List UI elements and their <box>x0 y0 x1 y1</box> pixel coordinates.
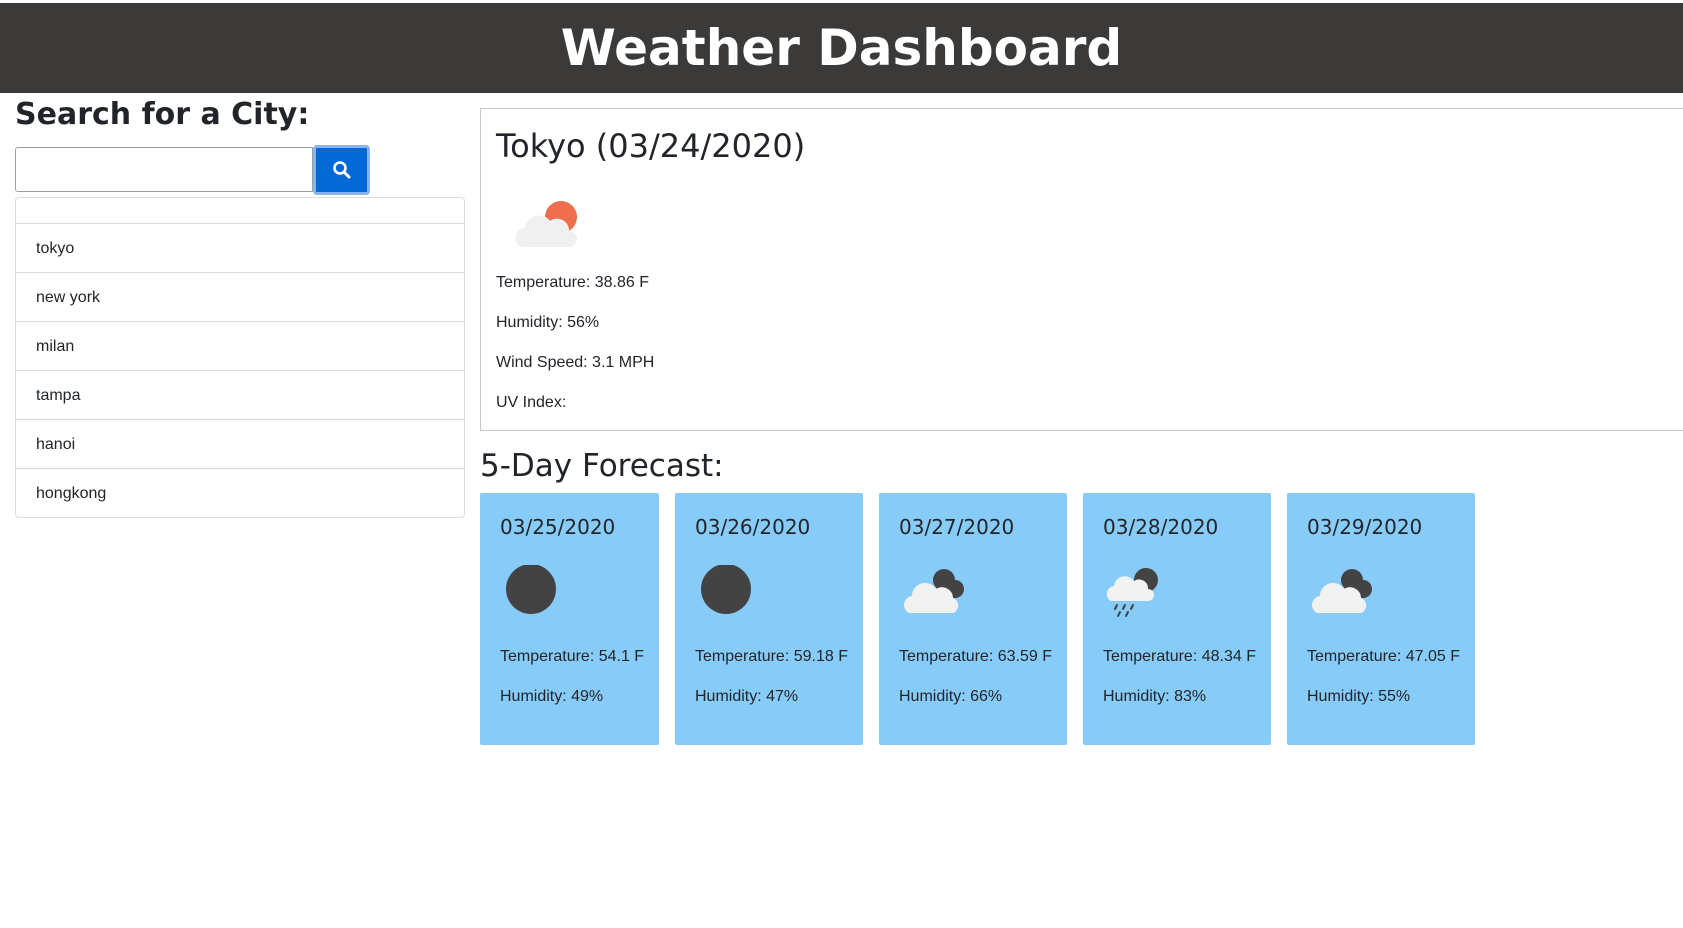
forecast-temperature: Temperature: 63.59 F <box>899 648 1052 665</box>
forecast-temperature: Temperature: 54.1 F <box>500 648 645 665</box>
forecast-humidity: Humidity: 47% <box>695 688 799 705</box>
forecast-heading: 5-Day Forecast: <box>480 448 724 484</box>
current-city-title: Tokyo (03/24/2020) <box>496 127 806 165</box>
city-history-item[interactable]: new york <box>16 272 464 321</box>
forecast-date: 03/25/2020 <box>500 515 616 539</box>
current-temperature: Temperature: 38.86 F <box>496 274 649 291</box>
broken-clouds-icon <box>904 569 964 613</box>
city-history-item[interactable]: milan <box>16 321 464 370</box>
search-button[interactable] <box>313 145 370 195</box>
current-humidity: Humidity: 56% <box>496 314 600 331</box>
forecast-humidity: Humidity: 49% <box>500 688 604 705</box>
rain-icon <box>1106 568 1158 617</box>
forecast-card: 03/29/2020 Temperature: 47.05 F Humidity… <box>1287 493 1475 745</box>
list-item-empty <box>16 198 464 223</box>
forecast-humidity: Humidity: 83% <box>1103 688 1207 705</box>
forecast-temperature: Temperature: 59.18 F <box>695 648 848 665</box>
broken-clouds-icon <box>1312 569 1372 613</box>
city-history-item[interactable]: tokyo <box>16 223 464 272</box>
current-wind-speed: Wind Speed: 3.1 MPH <box>496 354 655 371</box>
forecast-card: 03/26/2020 Temperature: 59.18 F Humidity… <box>675 493 863 745</box>
current-uv-index: UV Index: <box>496 394 567 411</box>
page-title: Weather Dashboard <box>560 19 1123 77</box>
city-history-list: tokyo new york milan tampa hanoi hongkon… <box>15 197 465 518</box>
forecast-card: 03/27/2020 Temperature: 63.59 F Humidity… <box>879 493 1067 745</box>
city-history-item[interactable]: tampa <box>16 370 464 419</box>
search-icon <box>332 161 350 179</box>
forecast-temperature: Temperature: 48.34 F <box>1103 648 1256 665</box>
clear-night-icon <box>506 565 556 614</box>
forecast-humidity: Humidity: 66% <box>899 688 1003 705</box>
city-history-item[interactable]: hongkong <box>16 468 464 517</box>
forecast-date: 03/28/2020 <box>1103 515 1219 539</box>
forecast-date: 03/29/2020 <box>1307 515 1423 539</box>
forecast-humidity: Humidity: 55% <box>1307 688 1411 705</box>
partly-cloudy-day-icon <box>515 201 577 247</box>
clear-night-icon <box>701 565 751 614</box>
forecast-date: 03/26/2020 <box>695 515 811 539</box>
header-bar: Weather Dashboard <box>0 3 1683 93</box>
forecast-card: 03/28/2020 Temperature: 48.34 F Humidity… <box>1083 493 1271 745</box>
city-history-item[interactable]: hanoi <box>16 419 464 468</box>
current-weather-card: Tokyo (03/24/2020) Temperature: 38.86 F … <box>480 108 1683 431</box>
forecast-temperature: Temperature: 47.05 F <box>1307 648 1460 665</box>
search-heading: Search for a City: <box>15 97 310 132</box>
city-search-input[interactable] <box>15 147 313 192</box>
forecast-card: 03/25/2020 Temperature: 54.1 F Humidity:… <box>480 493 659 745</box>
forecast-date: 03/27/2020 <box>899 515 1015 539</box>
